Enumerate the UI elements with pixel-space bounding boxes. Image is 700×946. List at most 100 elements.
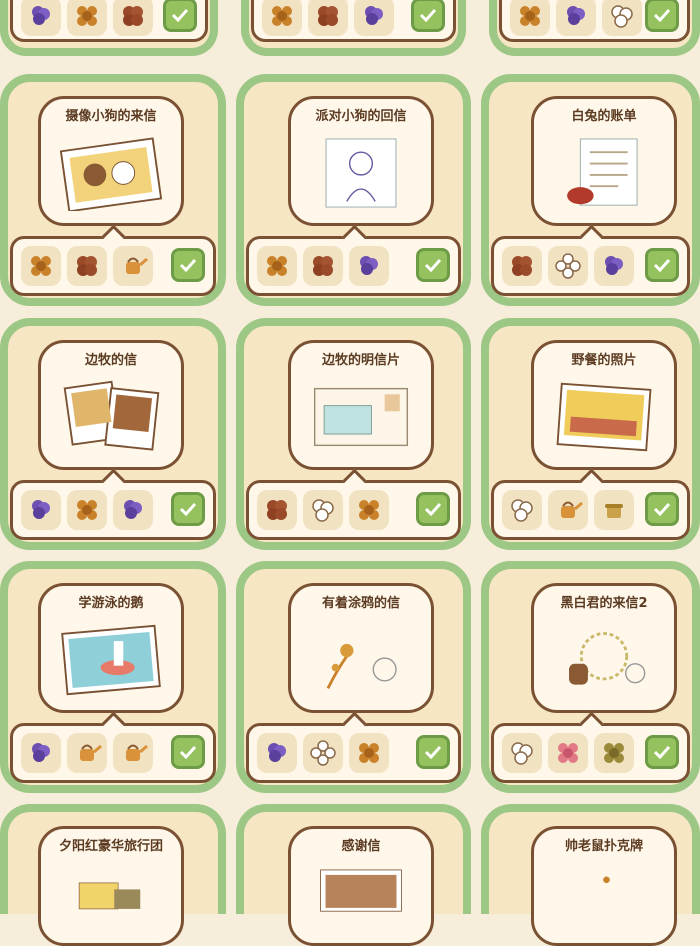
- orange-flower-icon: [67, 490, 107, 530]
- white-bubble-icon: [602, 0, 642, 36]
- letter-title: 帅老鼠扑克牌: [564, 839, 643, 854]
- letter-title: 夕阳红豪华旅行团: [58, 839, 163, 854]
- notebook-drawing-image: [309, 135, 413, 211]
- check-icon[interactable]: [645, 735, 679, 769]
- orange-flower-icon: [67, 0, 107, 36]
- letter-panel: 白兔的账单: [531, 96, 677, 226]
- white-clover-icon: [303, 733, 343, 773]
- reward-strip-2: [241, 0, 466, 56]
- letter-panel: 摄像小狗的来信: [38, 96, 184, 226]
- orange-flower-icon: [262, 0, 302, 36]
- requirement-bar: [491, 480, 690, 540]
- check-icon[interactable]: [416, 735, 450, 769]
- reward-strip-1: [0, 0, 218, 56]
- requirement-items: [257, 490, 389, 530]
- letter-title: 白兔的账单: [571, 109, 637, 124]
- purple-flower-icon: [21, 0, 61, 36]
- pink-flower-icon: [548, 733, 588, 773]
- olive-flower-icon: [594, 733, 634, 773]
- bill-image: [552, 135, 656, 211]
- requirement-bar: [246, 236, 461, 296]
- picnic-photo-image: [552, 379, 656, 455]
- requirement-items: [21, 733, 153, 773]
- watering-can-icon: [548, 490, 588, 530]
- purple-flower-icon: [594, 246, 634, 286]
- photos-image: [59, 379, 163, 455]
- requirement-bar: [10, 723, 216, 783]
- letter-card[interactable]: 边牧的明信片: [236, 318, 471, 550]
- check-icon[interactable]: [645, 0, 679, 32]
- requirement-bar: [246, 723, 461, 783]
- requirement-bar: [251, 0, 456, 42]
- orange-flower-icon: [349, 490, 389, 530]
- check-icon[interactable]: [645, 248, 679, 282]
- requirement-items: [257, 246, 389, 286]
- letter-card[interactable]: 派对小狗的回信: [236, 74, 471, 306]
- white-clover-icon: [548, 246, 588, 286]
- requirement-bar: [491, 236, 690, 296]
- requirement-bar: [10, 480, 216, 540]
- white-bubble-icon: [502, 733, 542, 773]
- orange-flower-icon: [257, 246, 297, 286]
- check-icon[interactable]: [171, 735, 205, 769]
- purple-flower-icon: [349, 246, 389, 286]
- purple-flower-icon: [21, 733, 61, 773]
- brown-seed-icon: [257, 490, 297, 530]
- letter-title: 边牧的信: [84, 353, 137, 368]
- letter-title: 边牧的明信片: [321, 353, 400, 368]
- check-icon[interactable]: [645, 492, 679, 526]
- brown-seed-icon: [67, 246, 107, 286]
- letter-card[interactable]: 帅老鼠扑克牌: [481, 804, 700, 946]
- letter-card[interactable]: 夕阳红豪华旅行团: [0, 804, 226, 946]
- purple-flower-icon: [113, 490, 153, 530]
- brown-seed-icon: [113, 0, 153, 36]
- check-icon[interactable]: [171, 492, 205, 526]
- letter-card[interactable]: 有着涂鸦的信: [236, 561, 471, 793]
- letter-title: 感谢信: [341, 839, 381, 854]
- letter-panel: 有着涂鸦的信: [288, 583, 434, 713]
- purple-flower-icon: [21, 490, 61, 530]
- white-bubble-icon: [502, 490, 542, 530]
- letter-card[interactable]: 野餐的照片: [481, 318, 700, 550]
- wreath-image: [552, 622, 656, 698]
- orange-flower-icon: [510, 0, 550, 36]
- check-icon[interactable]: [416, 492, 450, 526]
- reward-strip-3: [489, 0, 700, 56]
- check-icon[interactable]: [411, 0, 445, 32]
- letter-title: 野餐的照片: [571, 353, 637, 368]
- requirement-items: [262, 0, 394, 36]
- requirement-items: [502, 246, 634, 286]
- letter-card[interactable]: 白兔的账单: [481, 74, 700, 306]
- purple-flower-icon: [257, 733, 297, 773]
- letter-card[interactable]: 摄像小狗的来信: [0, 74, 226, 306]
- postcard-image: [309, 379, 413, 455]
- check-icon[interactable]: [416, 248, 450, 282]
- goose-swimming-image: [59, 622, 163, 698]
- requirement-items: [257, 733, 389, 773]
- letter-panel: 野餐的照片: [531, 340, 677, 470]
- letter-panel: 感谢信: [288, 826, 434, 946]
- check-icon[interactable]: [171, 248, 205, 282]
- orange-flower-icon: [349, 733, 389, 773]
- letter-card[interactable]: 黑白君的来信2: [481, 561, 700, 793]
- requirement-items: [502, 490, 634, 530]
- letter-card[interactable]: 学游泳的鹅: [0, 561, 226, 793]
- watering-can-icon: [67, 733, 107, 773]
- check-icon[interactable]: [163, 0, 197, 32]
- letter-title: 学游泳的鹅: [78, 596, 144, 611]
- photo-image: [59, 135, 163, 213]
- requirement-bar: [499, 0, 690, 42]
- brown-seed-icon: [502, 246, 542, 286]
- travel-photo-image: [59, 879, 163, 931]
- requirement-items: [21, 490, 153, 530]
- white-bubble-icon: [303, 490, 343, 530]
- letter-title: 有着涂鸦的信: [321, 596, 400, 611]
- letter-card[interactable]: 感谢信: [236, 804, 471, 946]
- letter-card[interactable]: 边牧的信: [0, 318, 226, 550]
- orange-flower-icon: [21, 246, 61, 286]
- purple-flower-icon: [354, 0, 394, 36]
- letter-panel: 黑白君的来信2: [531, 583, 677, 713]
- letter-title: 派对小狗的回信: [315, 109, 407, 124]
- thank-you-photo-image: [309, 865, 413, 931]
- requirement-items: [502, 733, 634, 773]
